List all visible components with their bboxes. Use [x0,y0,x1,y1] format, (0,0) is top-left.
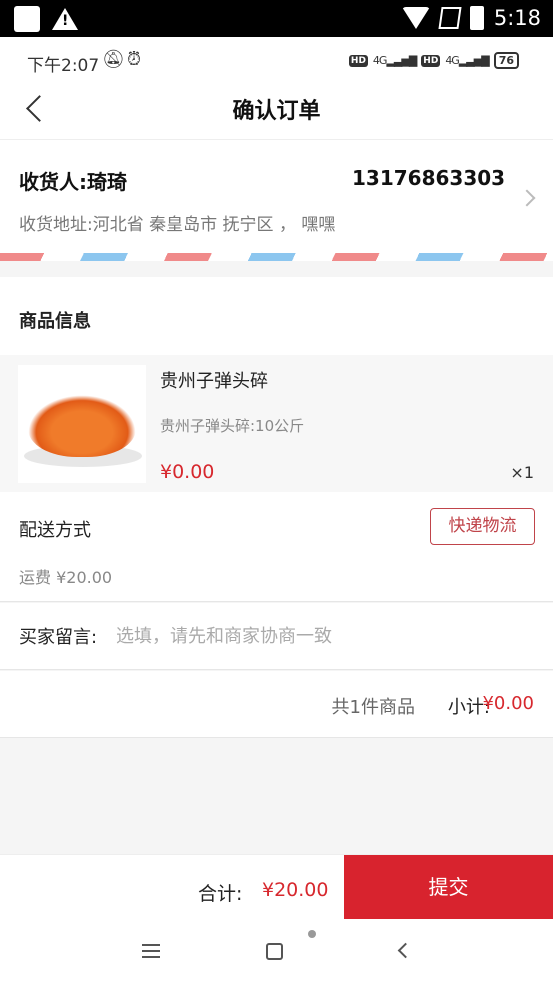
total-value: ¥20.00 [262,879,329,901]
page-header: 确认订单 [0,83,553,140]
android-navigation-bar [0,919,553,983]
shipping-fee: 运费 ¥20.00 [19,568,113,587]
delivery-section: 配送方式 快递物流 运费 ¥20.00 [0,492,553,602]
product-quantity: ×1 [510,463,534,482]
battery-level: 76 [493,52,519,69]
buyer-message-label: 买家留言: [19,627,98,648]
envelope-stripe-divider [0,253,553,261]
product-item[interactable]: 贵州子弹头碎 贵州子弹头碎:10公斤 ¥0.00 ×1 [0,355,553,492]
battery-charging-icon [469,6,484,30]
signal-4g-icon: 4G▂▃▅▇ [372,54,417,67]
system-status-bar: 5:18 [0,0,553,37]
page-title: 确认订单 [232,99,321,124]
phone-time: 下午2:07 [27,56,100,76]
hd-icon: HD [348,54,368,67]
signal-4g-icon-2: 4G▂▃▅▇ [445,54,489,67]
chevron-right-icon [518,189,536,207]
product-spec: 贵州子弹头碎:10公斤 [160,417,305,435]
subtotal-value: ¥0.00 [482,693,534,714]
submit-order-button[interactable]: 提交 [344,855,553,920]
wifi-icon [401,7,430,29]
system-time: 5:18 [493,6,541,30]
total-label: 合计: [198,883,243,905]
item-count: 共1件商品 [331,697,415,718]
receiver-name: 收货人:琦琦 [19,170,127,194]
address-detail: 收货地址:河北省 秦皇岛市 抚宁区 ， 嘿嘿 [19,215,336,235]
buyer-message-input[interactable] [116,621,536,651]
address-card[interactable]: 收货人:琦琦 13176863303 收货地址:河北省 秦皇岛市 抚宁区 ， 嘿… [0,140,553,255]
buyer-message-section: 买家留言: [0,603,553,670]
goods-section-title: 商品信息 [19,311,91,332]
warning-icon [52,8,78,30]
receiver-phone: 13176863303 [352,166,506,190]
product-price: ¥0.00 [160,461,215,483]
express-delivery-button[interactable]: 快递物流 [430,508,535,545]
home-icon[interactable] [266,943,283,960]
no-sim-icon [438,7,462,29]
hd-icon-2: HD [421,54,441,67]
product-thumbnail [18,365,146,483]
recent-apps-icon[interactable] [142,944,160,958]
app-status-row: 下午2:07 🔕︎ ⏰︎ HD 4G▂▃▅▇ HD 4G▂▃▅▇ 76 [0,37,553,83]
chili-powder-shape [28,395,136,457]
mute-bell-icon: 🔕︎ [102,49,125,70]
delivery-label: 配送方式 [19,520,91,541]
checkout-bar: 合计: ¥20.00 提交 [0,854,553,920]
subtotal-row: 共1件商品 小计: ¥0.00 [0,671,553,738]
nav-indicator-dot [308,930,316,938]
goods-section-header: 商品信息 [0,277,553,355]
alarm-clock-icon: ⏰︎ [127,49,142,70]
notification-square-icon [14,6,40,32]
nav-back-icon[interactable] [397,942,414,959]
product-name: 贵州子弹头碎 [160,371,268,392]
